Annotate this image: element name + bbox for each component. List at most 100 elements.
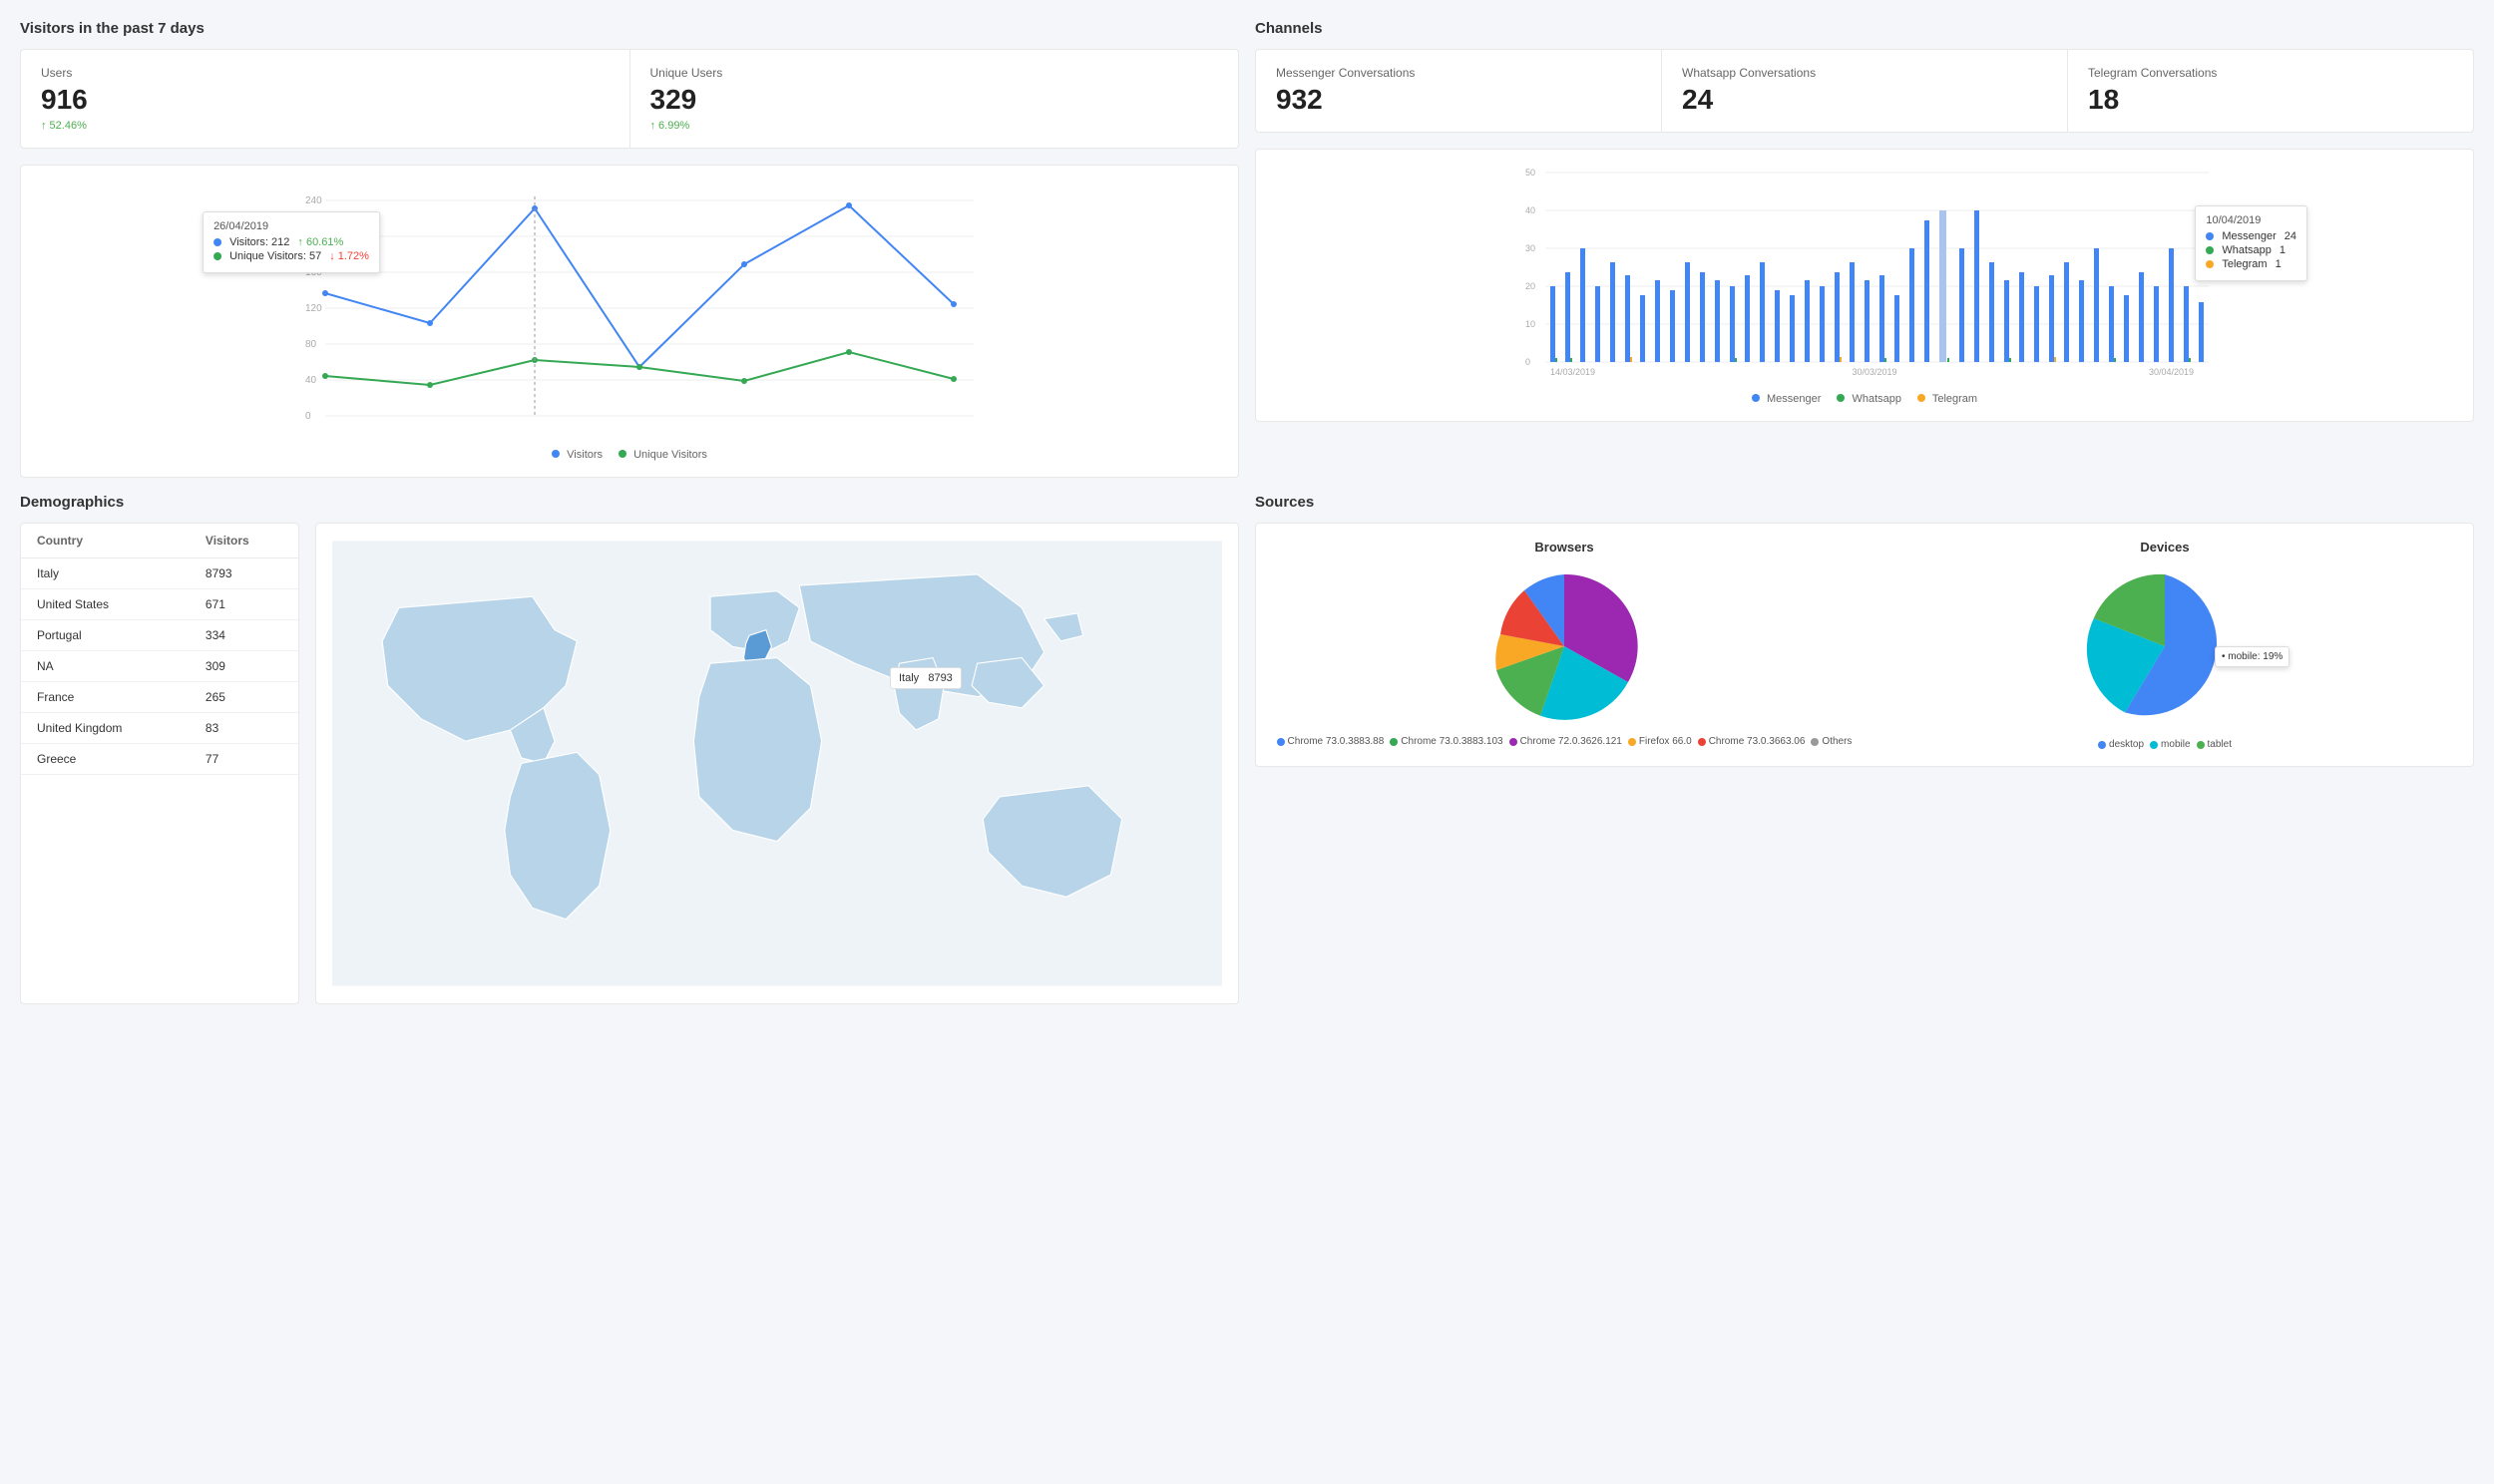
devices-label-2: mobile bbox=[2161, 739, 2190, 750]
devices-dot-1 bbox=[2098, 741, 2106, 749]
telegram-card: Telegram Conversations 18 bbox=[2068, 50, 2473, 132]
visitors-legend-label: Visitors bbox=[567, 449, 603, 461]
sources-title: Sources bbox=[1255, 494, 2474, 511]
country-cell: Italy bbox=[21, 558, 190, 589]
unique-legend-item: Unique Visitors bbox=[619, 449, 707, 461]
browsers-chart: Browsers bbox=[1272, 540, 1857, 750]
tooltip-date: 26/04/2019 bbox=[213, 220, 369, 232]
browsers-label-4: Firefox 66.0 bbox=[1639, 736, 1692, 747]
visitors-title: Visitors in the past 7 days bbox=[20, 20, 1239, 37]
bar-tooltip-date: 10/04/2019 bbox=[2206, 214, 2296, 226]
bar-chart-legend: Messenger Whatsapp Telegram bbox=[1272, 393, 2457, 405]
map-tooltip-value: 8793 bbox=[928, 672, 952, 684]
tooltip-visitors-change: ↑ 60.61% bbox=[297, 236, 343, 248]
browsers-legend-item-6: Others bbox=[1811, 736, 1852, 747]
bar-tooltip-messenger: Messenger 24 bbox=[2206, 230, 2296, 242]
svg-text:0: 0 bbox=[305, 411, 311, 421]
devices-label-1: desktop bbox=[2109, 739, 2144, 750]
table-row: Portugal 334 bbox=[21, 620, 298, 651]
bar-tooltip-messenger-value: 24 bbox=[2285, 230, 2296, 242]
demographics-content: Country Visitors Italy 8793 United State… bbox=[20, 523, 1239, 1004]
tooltip-unique-row: Unique Visitors: 57 ↓ 1.72% bbox=[213, 250, 369, 262]
unique-legend-dot bbox=[619, 450, 626, 458]
channels-bar-chart-container: 0 10 20 30 40 50 bbox=[1255, 149, 2474, 422]
visitors-cell: 334 bbox=[190, 620, 298, 651]
line-chart-legend: Visitors Unique Visitors bbox=[37, 449, 1222, 461]
svg-text:40: 40 bbox=[305, 375, 317, 386]
devices-pie-wrap: • mobile: 19% bbox=[2085, 566, 2245, 729]
browsers-dot-2 bbox=[1390, 738, 1398, 746]
demographics-table-wrap: Country Visitors Italy 8793 United State… bbox=[20, 523, 299, 1004]
browsers-title: Browsers bbox=[1534, 540, 1593, 555]
browsers-dot-4 bbox=[1628, 738, 1636, 746]
bar-tooltip-whatsapp-dot bbox=[2206, 246, 2214, 254]
whatsapp-legend-dot bbox=[1837, 394, 1845, 402]
whatsapp-value: 24 bbox=[1682, 84, 2047, 116]
devices-tooltip-text: • mobile: 19% bbox=[2222, 651, 2283, 662]
country-cell: Greece bbox=[21, 744, 190, 775]
line-chart-wrap: 0 40 80 120 160 200 240 bbox=[37, 182, 1222, 441]
svg-text:14/03/2019: 14/03/2019 bbox=[1550, 367, 1595, 375]
browsers-legend-item-2: Chrome 73.0.3883.103 bbox=[1390, 736, 1502, 747]
visitors-cell: 671 bbox=[190, 589, 298, 620]
devices-title: Devices bbox=[2140, 540, 2189, 555]
visitors-legend-dot bbox=[552, 450, 560, 458]
whatsapp-legend-label: Whatsapp bbox=[1852, 393, 1901, 405]
channels-section: Channels Messenger Conversations 932 Wha… bbox=[1255, 20, 2474, 478]
table-row: United States 671 bbox=[21, 589, 298, 620]
svg-text:30/04/2019: 30/04/2019 bbox=[2149, 367, 2194, 375]
bar-tooltip-telegram-value: 1 bbox=[2276, 258, 2282, 270]
devices-tooltip: • mobile: 19% bbox=[2215, 646, 2289, 667]
browsers-label-2: Chrome 73.0.3883.103 bbox=[1401, 736, 1502, 747]
bar-tooltip-telegram-dot bbox=[2206, 260, 2214, 268]
visitors-cell: 8793 bbox=[190, 558, 298, 589]
browsers-dot-6 bbox=[1811, 738, 1819, 746]
svg-text:80: 80 bbox=[305, 339, 317, 350]
visitors-cell: 77 bbox=[190, 744, 298, 775]
browsers-legend-item-3: Chrome 72.0.3626.121 bbox=[1509, 736, 1622, 747]
browsers-pie-svg bbox=[1484, 566, 1644, 726]
devices-legend-item-2: mobile bbox=[2150, 739, 2190, 750]
country-cell: United Kingdom bbox=[21, 713, 190, 744]
messenger-legend-dot bbox=[1752, 394, 1760, 402]
table-header-row: Country Visitors bbox=[21, 524, 298, 558]
browsers-dot-1 bbox=[1277, 738, 1285, 746]
map-tooltip-country: Italy bbox=[899, 672, 919, 684]
browsers-dot-3 bbox=[1509, 738, 1517, 746]
devices-dot-2 bbox=[2150, 741, 2158, 749]
browsers-label-5: Chrome 73.0.3663.06 bbox=[1709, 736, 1806, 747]
unique-users-label: Unique Users bbox=[650, 66, 1219, 80]
visitors-legend-item: Visitors bbox=[552, 449, 603, 461]
col-country: Country bbox=[21, 524, 190, 558]
svg-text:120: 120 bbox=[305, 303, 322, 314]
tooltip-unique-change: ↓ 1.72% bbox=[329, 250, 369, 262]
visitors-line-chart-container: 0 40 80 120 160 200 240 bbox=[20, 165, 1239, 478]
telegram-legend-dot bbox=[1917, 394, 1925, 402]
bar-tooltip-messenger-label: Messenger bbox=[2222, 230, 2276, 242]
tooltip-unique-dot bbox=[213, 252, 221, 260]
devices-dot-3 bbox=[2197, 741, 2205, 749]
unique-users-change: ↑ 6.99% bbox=[650, 120, 1219, 132]
visitors-cell: 309 bbox=[190, 651, 298, 682]
messenger-card: Messenger Conversations 932 bbox=[1256, 50, 1662, 132]
channels-title: Channels bbox=[1255, 20, 2474, 37]
svg-text:0: 0 bbox=[1525, 357, 1530, 367]
country-cell: United States bbox=[21, 589, 190, 620]
telegram-value: 18 bbox=[2088, 84, 2453, 116]
bar-tooltip-whatsapp: Whatsapp 1 bbox=[2206, 244, 2296, 256]
browsers-legend-item-5: Chrome 73.0.3663.06 bbox=[1698, 736, 1806, 747]
devices-legend-item-3: tablet bbox=[2197, 739, 2232, 750]
table-row: France 265 bbox=[21, 682, 298, 713]
users-label: Users bbox=[41, 66, 610, 80]
sources-section: Sources Browsers bbox=[1255, 494, 2474, 1004]
bar-tooltip-messenger-dot bbox=[2206, 232, 2214, 240]
svg-text:240: 240 bbox=[305, 195, 322, 206]
telegram-legend-item: Telegram bbox=[1917, 393, 1977, 405]
svg-text:10: 10 bbox=[1525, 319, 1535, 329]
unique-legend-label: Unique Visitors bbox=[633, 449, 707, 461]
bar-tooltip-telegram: Telegram 1 bbox=[2206, 258, 2296, 270]
devices-legend: desktop mobile tablet bbox=[2098, 739, 2232, 750]
whatsapp-card: Whatsapp Conversations 24 bbox=[1662, 50, 2068, 132]
country-cell: NA bbox=[21, 651, 190, 682]
map-tooltip: Italy 8793 bbox=[890, 667, 962, 689]
